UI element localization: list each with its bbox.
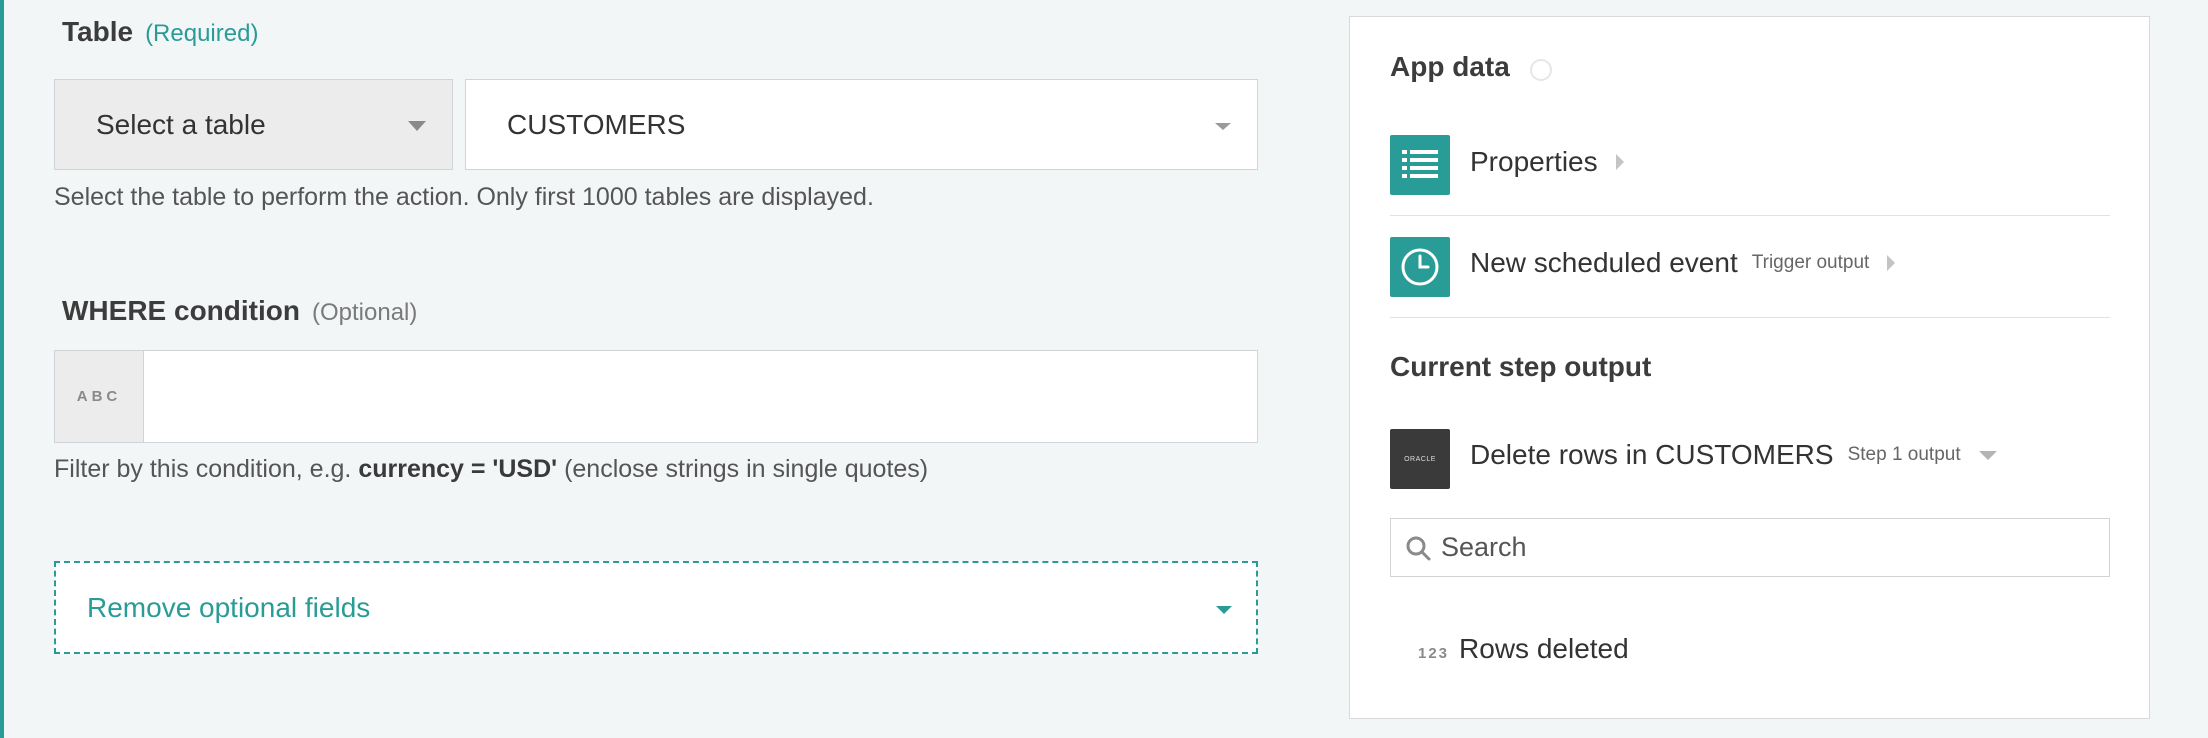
output-search-field[interactable]	[1390, 518, 2110, 577]
current-step-heading: Current step output	[1390, 351, 1652, 382]
where-field-title: WHERE condition (Optional)	[62, 295, 417, 327]
text-type-badge: ABC	[55, 351, 144, 442]
where-condition-input[interactable]	[144, 351, 1257, 442]
table-help-text: Select the table to perform the action. …	[54, 183, 874, 211]
chevron-down-icon	[1215, 123, 1231, 130]
output-item-rows-deleted[interactable]: 123 Rows deleted	[1418, 633, 1629, 665]
where-help-prefix: Filter by this condition, e.g.	[54, 455, 352, 483]
where-help-suffix: (enclose strings in single quotes)	[564, 455, 929, 483]
number-type-badge: 123	[1418, 645, 1450, 662]
clock-icon-glyph	[1401, 248, 1439, 286]
clock-icon	[1390, 237, 1450, 297]
chevron-right-icon	[1887, 255, 1896, 271]
where-help-text: Filter by this condition, e.g. currency …	[54, 455, 928, 484]
chevron-down-icon	[408, 121, 426, 131]
list-icon-glyph	[1402, 150, 1438, 178]
required-tag: (Required)	[145, 20, 259, 47]
scheduled-event-label: New scheduled event	[1470, 247, 1738, 278]
remove-optional-fields-label: Remove optional fields	[87, 591, 371, 623]
chevron-down-icon	[1216, 606, 1232, 614]
app-data-panel: App data Properties New scheduled event …	[1349, 16, 2150, 719]
where-condition-field[interactable]: ABC	[54, 350, 1258, 443]
divider	[1390, 215, 2110, 216]
table-field-label: Table	[62, 16, 134, 47]
oracle-logo-icon: ORACLE	[1390, 429, 1450, 489]
app-data-item-scheduled-event[interactable]: New scheduled event Trigger output	[1470, 247, 1896, 279]
where-field-label: WHERE condition	[62, 295, 300, 326]
app-data-item-properties[interactable]: Properties	[1470, 146, 1624, 178]
search-icon	[1391, 519, 1431, 576]
chevron-right-icon	[1615, 154, 1624, 170]
step-output-tag: Step 1 output	[1847, 444, 1961, 465]
table-field-title: Table (Required)	[62, 16, 258, 48]
trigger-output-tag: Trigger output	[1751, 252, 1870, 273]
table-mode-label: Select a table	[96, 108, 266, 140]
current-step-label: Delete rows in CUSTOMERS	[1470, 439, 1834, 470]
table-mode-select[interactable]: Select a table	[54, 79, 453, 170]
app-data-heading: App data	[1390, 51, 1510, 82]
remove-optional-fields-button[interactable]: Remove optional fields	[54, 561, 1258, 654]
where-help-example: currency = 'USD'	[358, 455, 558, 483]
rows-deleted-label: Rows deleted	[1459, 633, 1629, 664]
list-icon	[1390, 135, 1450, 195]
current-step-output-toggle[interactable]: Delete rows in CUSTOMERS Step 1 output	[1470, 439, 1997, 471]
table-value-label: CUSTOMERS	[507, 108, 686, 140]
chevron-down-icon	[1978, 450, 1997, 460]
left-accent-bar	[0, 0, 4, 738]
oracle-logo-text: ORACLE	[1404, 455, 1436, 463]
properties-label: Properties	[1470, 146, 1598, 177]
optional-tag: (Optional)	[311, 299, 418, 326]
divider	[1390, 317, 2110, 318]
table-value-select[interactable]: CUSTOMERS	[465, 79, 1258, 170]
loading-spinner-icon	[1530, 59, 1552, 81]
search-input[interactable]	[1431, 531, 2109, 564]
